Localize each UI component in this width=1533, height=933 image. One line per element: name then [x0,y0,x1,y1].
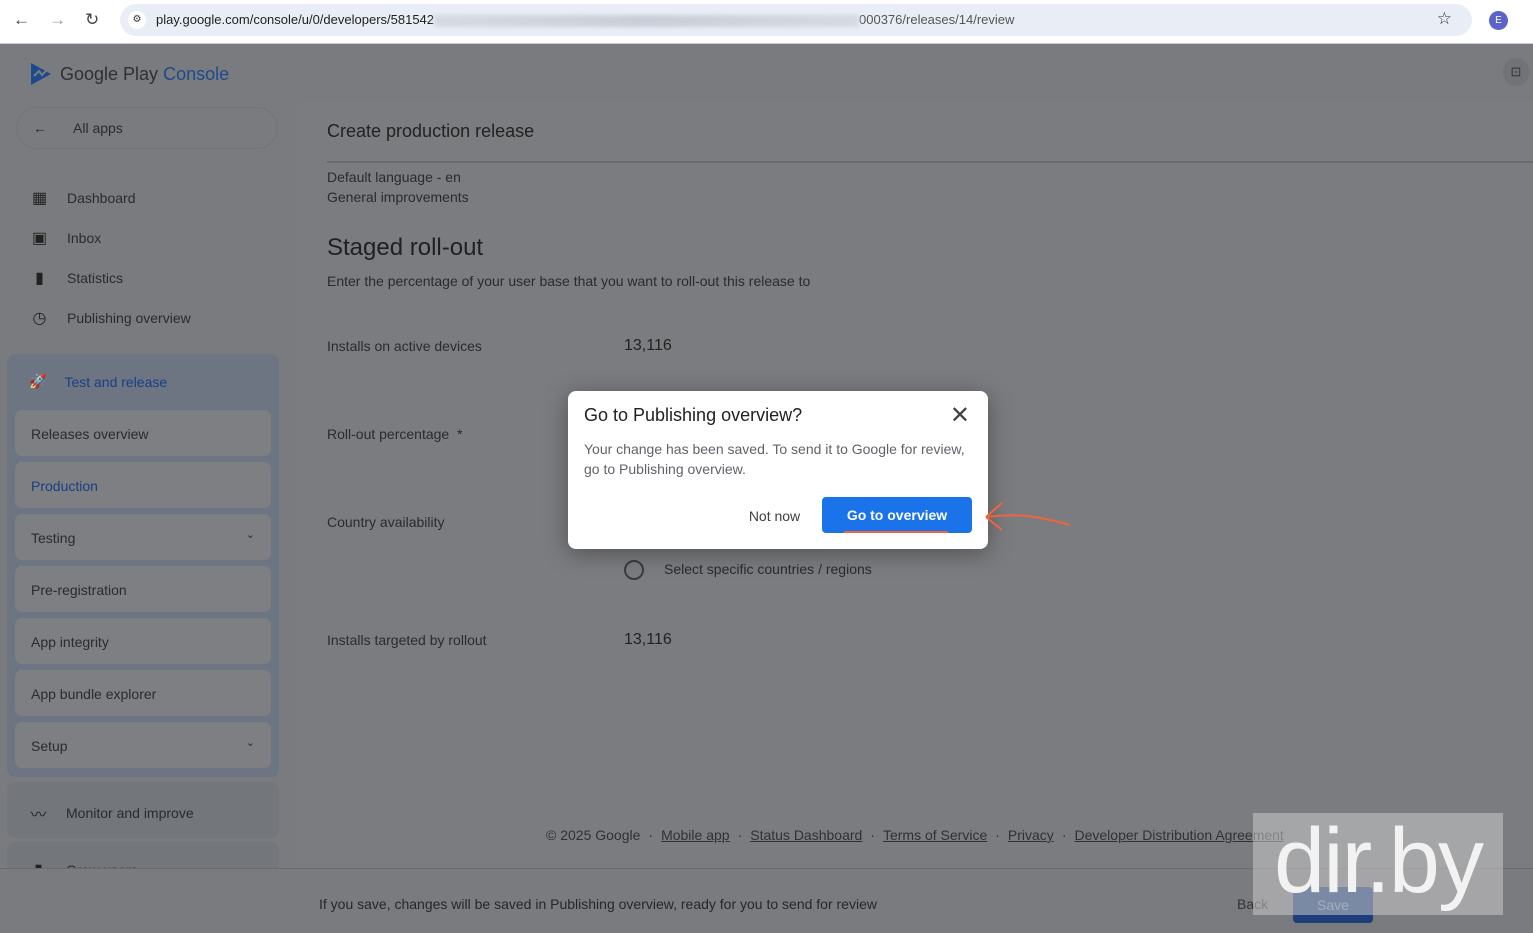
sidebar-item-app-integrity[interactable]: App integrity [15,618,271,664]
section-description: Enter the percentage of your user base t… [327,273,811,289]
browser-toolbar: ← → ↻ ⚙ play.google.com/console/u/0/deve… [0,0,1533,44]
sidebar-item-publishing-overview[interactable]: ◷ Publishing overview [30,308,191,328]
inbox-icon: ▣ [31,230,48,247]
release-notes: General improvements [327,189,469,205]
play-logo-icon [31,63,51,85]
footer-link-mobile-app[interactable]: Mobile app [661,827,730,843]
sub-label: App integrity [31,634,109,650]
bookmark-star-icon[interactable]: ☆ [1437,9,1452,29]
sidebar-item-label: Statistics [67,270,124,286]
all-apps-label: All apps [73,120,123,136]
sidebar-item-pre-registration[interactable]: Pre-registration [15,566,271,612]
sidebar-item-testing[interactable]: Testing ⌄ [15,514,271,560]
page-title: Create production release [327,121,535,141]
targeted-label: Installs targeted by rollout [327,632,487,648]
targeted-value: 13,116 [624,631,672,648]
chevron-down-icon: ⌄ [245,529,255,541]
rollout-label-text: Roll-out percentage [327,426,450,442]
dashboard-icon: ▦ [31,190,48,207]
footer-link-terms[interactable]: Terms of Service [883,827,987,843]
test-and-release-group: 🚀 Test and release Releases overview Prod… [7,354,279,777]
bar-chart-icon: ▮ [35,270,44,287]
required-asterisk: * [456,426,463,442]
rollout-label: Roll-out percentage * [327,426,462,442]
back-icon[interactable]: ← [13,10,30,30]
profile-avatar[interactable]: E [1489,11,1508,30]
dialog-body: Your change has been saved. To send it t… [584,441,965,477]
reload-icon[interactable]: ↻ [85,10,99,30]
installs-value: 13,116 [624,337,672,354]
sidebar-item-monitor-and-improve[interactable]: 〰 Monitor and improve [7,782,279,838]
monitor-icon: 〰 [30,807,47,824]
annotation-underline [844,531,948,533]
dialog-title: Go to Publishing overview? [584,405,803,425]
brand-google-play: Google Play [60,63,159,84]
sidebar-item-label: Inbox [67,230,102,246]
group-label: Test and release [64,373,168,390]
divider [327,161,1533,163]
sidebar-item-label: Publishing overview [67,310,191,326]
not-now-button[interactable]: Not now [738,498,811,534]
annotation-arrow-icon [985,502,1071,531]
default-language: Default language - en [327,169,461,185]
chevron-down-icon: ⌄ [245,737,255,749]
go-to-publishing-dialog: Go to Publishing overview? ✕ Your change… [568,391,988,549]
specific-countries-label: Select specific countries / regions [664,561,872,577]
brand-console: Console [163,63,230,84]
all-apps-button[interactable]: ← All apps [16,107,278,149]
publishing-clock-icon: ◷ [32,310,47,327]
sub-label: Setup [31,738,68,754]
save-message: If you save, changes will be saved in Pu… [319,896,877,912]
url-end: 000376/releases/14/review [859,12,1015,27]
sidebar-item-production[interactable]: Production [15,462,271,508]
footer-link-privacy[interactable]: Privacy [1008,827,1054,843]
arrow-left-icon: ← [33,120,47,136]
sidebar-item-setup[interactable]: Setup ⌄ [15,722,271,768]
footer-link-status-dashboard[interactable]: Status Dashboard [750,827,862,843]
installs-label: Installs on active devices [327,338,482,354]
sub-label: App bundle explorer [31,686,157,702]
sidebar-item-inbox[interactable]: ▣ Inbox [30,228,101,248]
watermark: dir.by [1253,813,1503,915]
forward-icon[interactable]: → [49,10,66,30]
sidebar-item-releases-overview[interactable]: Releases overview [15,410,271,456]
specific-countries-radio[interactable] [624,560,644,580]
sub-label: Releases overview [31,426,149,442]
url-start: play.google.com/console/u/0/developers/5… [156,12,435,27]
copyright: © 2025 Google [546,827,641,843]
sub-label: Pre-registration [31,582,127,598]
site-settings-icon[interactable]: ⚙ [128,11,146,29]
section-title: Staged roll-out [327,234,484,261]
go-to-overview-button[interactable]: Go to overview [822,497,972,533]
sidebar-item-dashboard[interactable]: ▦ Dashboard [30,188,136,208]
play-console-logo[interactable]: Google Play Console [30,62,229,86]
sub-label: Testing [31,530,76,546]
url-redacted [434,14,860,27]
sub-label: Production [31,478,98,494]
sidebar-item-test-and-release[interactable]: 🚀 Test and release [29,373,167,390]
rocket-icon: 🚀 [29,373,47,389]
sidebar-item-app-bundle-explorer[interactable]: App bundle explorer [15,670,271,716]
help-icon[interactable]: ⊡ [1503,58,1529,86]
country-label: Country availability [327,514,445,530]
close-icon[interactable]: ✕ [950,401,970,430]
footer: © 2025 Google · Mobile app · Status Dashbo… [546,827,1284,843]
sidebar-item-label: Dashboard [67,190,136,206]
address-bar[interactable]: ⚙ play.google.com/console/u/0/developers… [120,4,1472,36]
sidebar-item-label: Monitor and improve [66,805,194,821]
sidebar-item-statistics[interactable]: ▮ Statistics [30,268,123,288]
